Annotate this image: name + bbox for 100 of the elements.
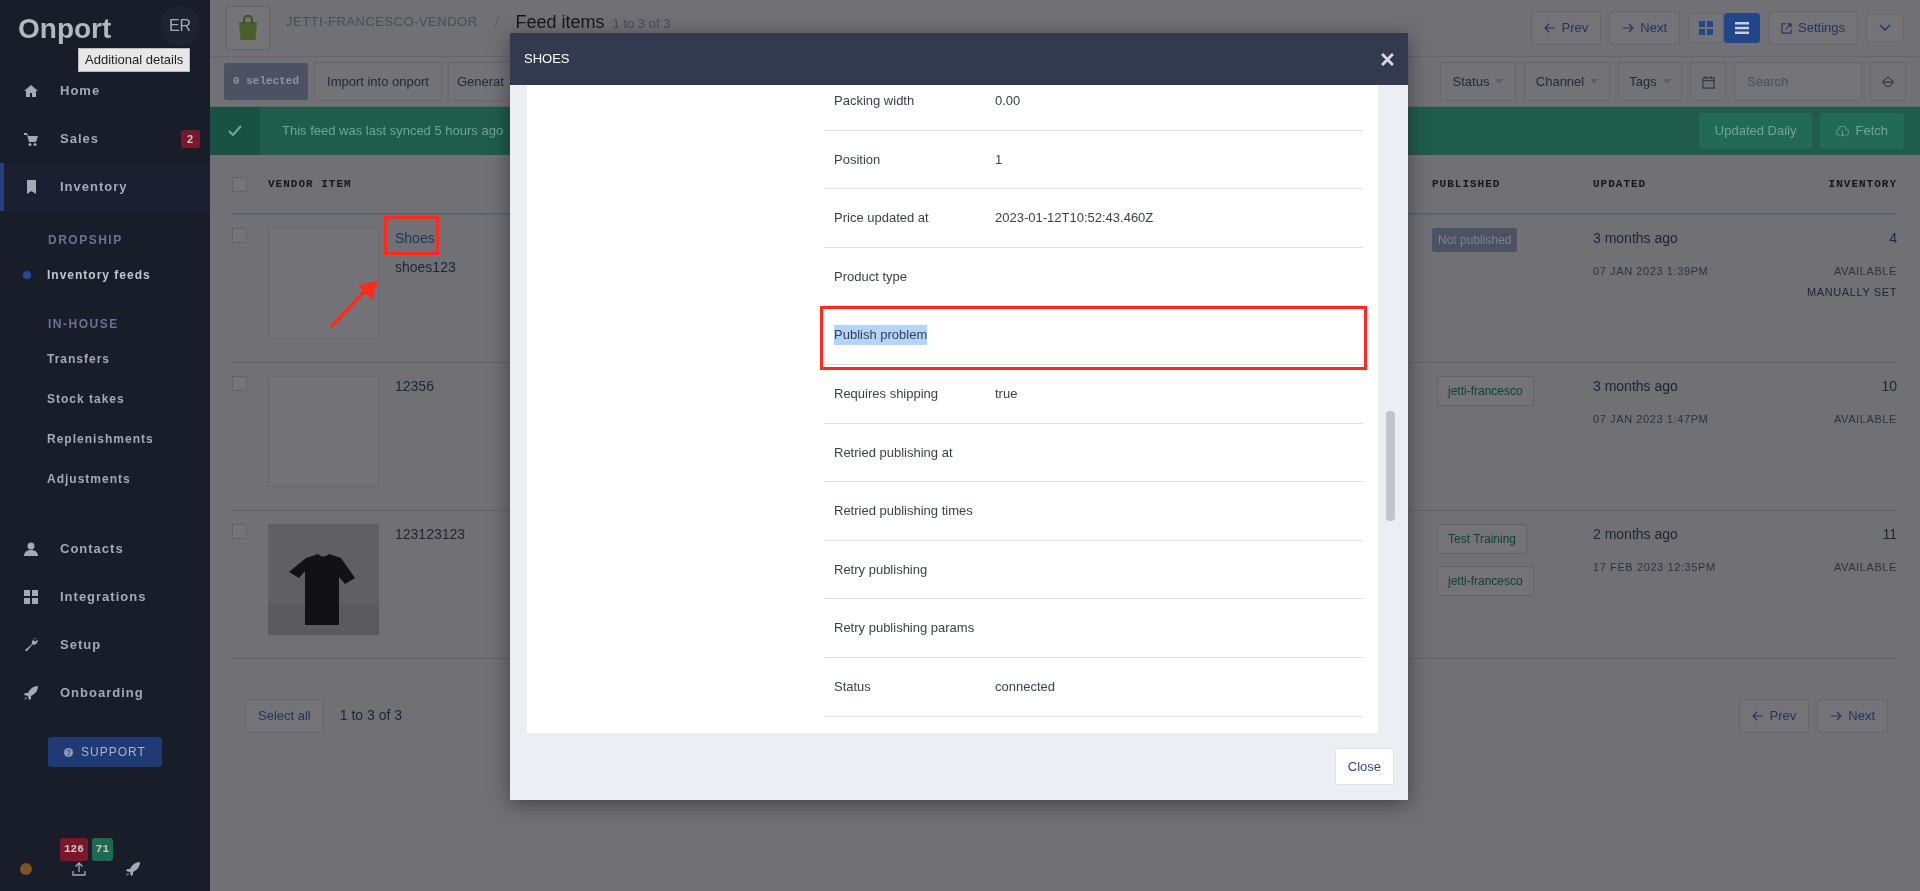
inventory-count: 10 [1881,377,1897,396]
nav-subitem[interactable]: Replenishments [0,418,210,459]
filter-dropdown[interactable]: Channel [1524,61,1610,102]
item-name: 123123123 [395,525,466,544]
close-button[interactable]: Close [1334,747,1394,786]
select-all-button[interactable]: Select all [245,699,324,733]
column-header: INVENTORY [1827,176,1897,192]
user-icon [24,541,38,556]
channel-tag: Test Training [1437,524,1528,554]
chevron-down-icon [1879,24,1891,32]
inventory-count: 11 [1882,525,1897,544]
support-button[interactable]: SUPPORT [48,736,162,767]
view-toggle[interactable] [1688,13,1724,43]
nav-subitem[interactable]: Inventory feeds [0,254,210,295]
close-button[interactable] [1381,51,1394,67]
next-button[interactable]: Next [1609,11,1680,45]
annotation-arrow [328,278,381,330]
nav-label: Setup [60,636,102,655]
grid-icon [1699,21,1713,35]
nav-item[interactable]: Integrations [0,572,210,621]
filter-dropdown[interactable]: Status [1440,61,1516,102]
prev-button[interactable]: Prev [1738,699,1810,733]
sort-icon [1882,76,1894,89]
nav-label: Contacts [60,540,124,559]
calendar-icon [1701,75,1715,89]
field-value: 2023-01-12T10:52:43.460Z [995,209,1154,228]
action-button[interactable]: Import into onport [314,61,442,102]
logo[interactable]: Onport [18,14,112,45]
inventory-count: 4 [1889,229,1897,248]
modal-title: SHOES [524,50,570,69]
list-icon [1735,21,1749,35]
arrow-right-icon [1830,710,1843,721]
close-icon [1381,53,1394,67]
wrench-icon [24,637,38,652]
arrow-left-icon [1751,710,1764,721]
count-badge: 71 [91,838,113,861]
updated-date: 07 JAN 2023 1:47PM [1593,412,1710,427]
check-icon [228,125,242,137]
field-label: Position [834,150,882,169]
status-dot-icon [20,863,32,875]
bookmark-icon [24,179,38,194]
action-button[interactable]: Generat [447,61,513,102]
count-badge: 2 [180,129,200,149]
nav-subitem[interactable]: Transfers [0,338,210,379]
updated-date: 17 FEB 2023 12:35PM [1593,560,1717,575]
availability-label: AVAILABLE [1833,560,1897,575]
settings-button[interactable]: Settings [1768,11,1858,45]
inventory-note: MANUALLY SET [1807,284,1897,300]
updated-time: 3 months ago [1593,229,1679,248]
column-header: VENDOR ITEM [268,176,353,192]
field-label: Publish problem [834,325,928,345]
nav-item[interactable]: Inventory [0,162,210,211]
nav-label: Inventory [60,178,128,197]
prev-button[interactable]: Prev [1530,11,1602,45]
next-button[interactable]: Next [1817,699,1888,733]
scrollbar-thumb[interactable] [1386,411,1395,521]
upload-icon [72,862,86,876]
page-range: 1 to 3 of 3 [339,706,403,726]
date-picker-button[interactable] [1690,61,1726,102]
field-label: Status [834,678,872,696]
field-value: true [995,385,1018,403]
nav-item[interactable]: Setup [0,620,210,669]
column-header: PUBLISHED [1432,176,1502,192]
updated-time: 2 months ago [1593,525,1679,544]
item-sku: shoes123 [395,258,456,277]
sync-status-text: This feed was last synced 5 hours ago [282,122,504,141]
field-label: Price updated at [834,209,930,228]
cloud-download-icon [1836,125,1850,137]
tooltip: Additional details [78,48,191,72]
updated-time: 3 months ago [1593,377,1679,396]
updated-date: 07 JAN 2023 1:39PM [1593,264,1710,279]
rocket-icon [24,685,38,700]
field-label: Retried publishing at [834,443,954,462]
field-label: Retry publishing [834,560,929,579]
grid-icon [24,589,38,604]
dropdown-button[interactable] [1866,14,1904,42]
cart-icon [24,131,38,146]
field-label: Requires shipping [834,385,940,403]
filter-dropdown[interactable]: Tags [1618,61,1682,102]
shopping-bag-icon [236,15,260,41]
user-avatar[interactable]: ER [160,6,200,46]
active-dot [23,270,31,279]
count-badge: 126 [60,838,88,861]
channel-tag: jetti-francesco [1437,566,1534,596]
page-title: Feed items [515,10,605,34]
rocket-icon [126,862,140,876]
expand-button[interactable] [1870,61,1906,102]
nav-item[interactable]: Sales 2 [0,114,210,163]
nav-item[interactable]: Contacts [0,524,210,573]
field-value: connected [995,678,1055,696]
field-value: 1 [995,150,1003,169]
nav-subitem[interactable]: Stock takes [0,378,210,419]
nav-item[interactable]: Onboarding [0,668,210,717]
external-link-icon [1781,22,1792,34]
column-header: UPDATED [1593,176,1648,192]
section-heading: DROPSHIP [47,231,124,249]
nav-label: Onboarding [60,684,144,703]
view-toggle[interactable] [1724,13,1760,43]
arrow-right-icon [1622,23,1635,33]
nav-subitem[interactable]: Adjustments [0,458,210,499]
